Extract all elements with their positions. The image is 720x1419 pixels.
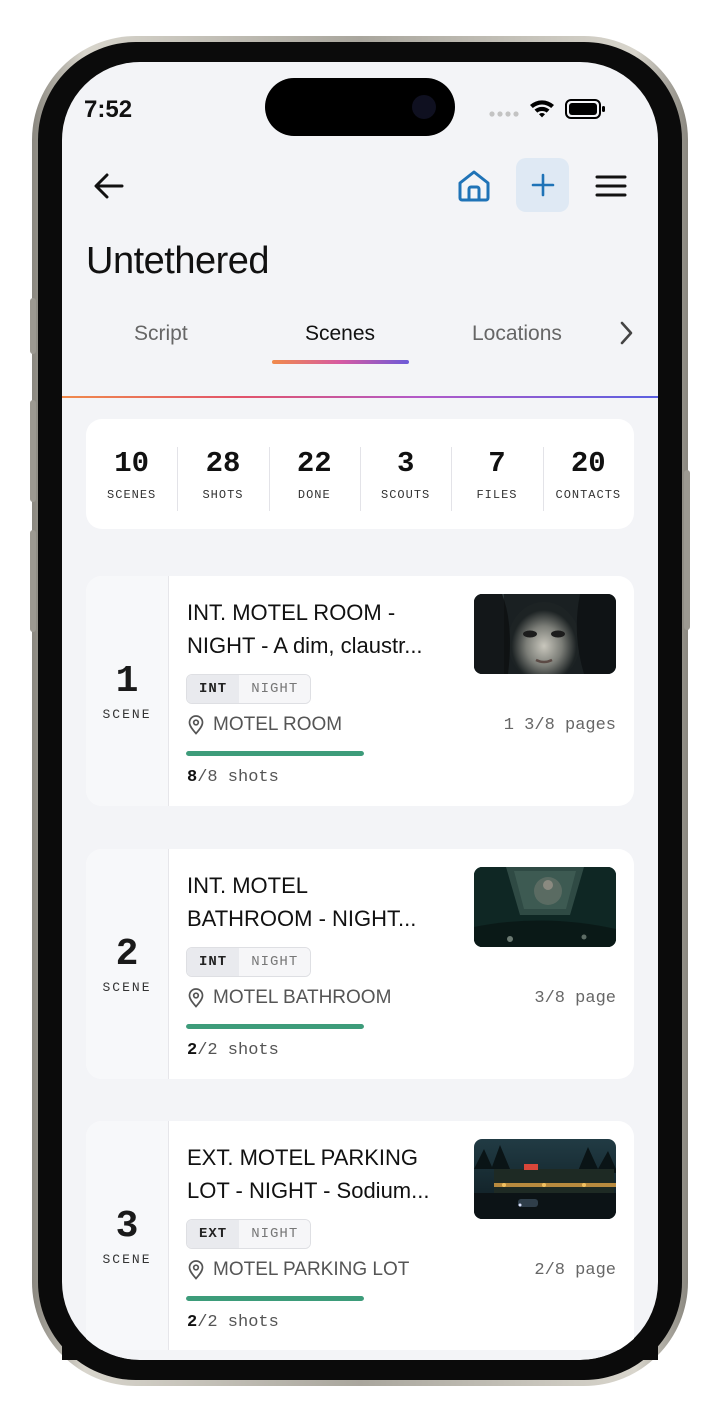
scene-tags: INT NIGHT	[186, 674, 312, 704]
stat-label: SCENES	[107, 487, 157, 502]
scene-heading: INT. MOTEL BATHROOM - NIGHT...	[187, 869, 462, 935]
cellular-signal-icon	[489, 111, 519, 117]
scene-number-column: 2 SCENE	[86, 849, 169, 1079]
status-icons	[489, 99, 605, 119]
shots-progress-fill	[186, 751, 364, 756]
stat-contacts[interactable]: 20 CONTACTS	[542, 446, 634, 511]
scene-label: SCENE	[102, 980, 152, 995]
scene-number-column: 1 SCENE	[86, 576, 169, 806]
status-time: 7:52	[84, 96, 133, 123]
scene-heading-line: INT. MOTEL	[187, 873, 309, 898]
scene-tags: INT NIGHT	[186, 947, 312, 977]
location-name: MOTEL ROOM	[213, 714, 343, 735]
int-ext-tag: EXT	[187, 1220, 240, 1248]
stat-value: 7	[488, 446, 506, 480]
scene-location[interactable]: MOTEL ROOM	[187, 714, 342, 736]
shots-total: /8 shots	[197, 768, 279, 787]
scene-heading-line: INT. MOTEL ROOM -	[187, 600, 396, 625]
stat-value: 3	[396, 446, 415, 480]
wifi-icon	[530, 100, 554, 118]
int-ext-tag: INT	[187, 948, 240, 976]
shots-done: 2	[187, 1041, 198, 1060]
scene-label: SCENE	[102, 1252, 152, 1267]
tab-locations[interactable]: Locations	[472, 322, 562, 346]
page-count: 1 3/8 pages	[503, 716, 616, 735]
screen-corner-mask	[62, 1290, 658, 1360]
scene-label: SCENE	[102, 707, 152, 722]
location-name: MOTEL BATHROOM	[213, 987, 392, 1008]
scene-number: 3	[115, 1205, 139, 1248]
scene-card[interactable]: 1 SCENE INT. MOTEL ROOM - NIGHT - A dim,…	[86, 576, 634, 806]
shots-done: 8	[187, 768, 198, 787]
action-button	[30, 298, 36, 354]
power-button	[684, 470, 690, 630]
shots-count: 8/8 shots	[187, 768, 279, 787]
stat-value: 22	[296, 446, 332, 480]
hamburger-menu-icon	[595, 175, 627, 197]
time-of-day-tag: NIGHT	[239, 948, 311, 976]
stat-scenes[interactable]: 10 SCENES	[86, 447, 177, 502]
stat-done[interactable]: 22 DONE	[268, 446, 360, 511]
map-pin-icon	[188, 715, 204, 735]
stat-value: 28	[205, 446, 241, 480]
stat-label: CONTACTS	[555, 487, 622, 502]
stat-scouts[interactable]: 3 SCOUTS	[359, 446, 451, 511]
scene-number: 1	[115, 660, 139, 703]
back-button[interactable]	[88, 164, 130, 208]
shots-count: 2/2 shots	[187, 1041, 279, 1060]
volume-up-button	[30, 400, 36, 502]
stat-label: FILES	[476, 487, 518, 502]
stat-label: SHOTS	[202, 487, 244, 502]
add-button[interactable]	[516, 158, 569, 212]
arrow-left-icon	[94, 173, 124, 199]
scene-thumbnail[interactable]	[474, 867, 616, 947]
scene-heading-line: BATHROOM - NIGHT...	[187, 906, 417, 931]
page-count: 3/8 page	[534, 989, 616, 1008]
scene-heading: EXT. MOTEL PARKING LOT - NIGHT - Sodium.…	[187, 1141, 462, 1207]
stat-shots[interactable]: 28 SHOTS	[177, 446, 268, 511]
shots-progress-fill	[186, 1024, 364, 1029]
scene-number: 2	[115, 933, 139, 976]
scene-location[interactable]: MOTEL BATHROOM	[187, 987, 391, 1009]
stats-summary: 10 SCENES 28 SHOTS 22 DONE 3 SCOUTS 7 FI…	[86, 419, 634, 529]
stat-label: DONE	[297, 487, 331, 502]
scene-heading-line: LOT - NIGHT - Sodium...	[187, 1178, 430, 1203]
time-of-day-tag: NIGHT	[239, 675, 311, 703]
tab-script[interactable]: Script	[134, 322, 188, 346]
home-button[interactable]	[452, 164, 496, 208]
int-ext-tag: INT	[187, 675, 240, 703]
volume-down-button	[30, 530, 36, 632]
battery-icon	[565, 99, 605, 119]
page-count: 2/8 page	[534, 1261, 616, 1280]
scene-heading-line: NIGHT - A dim, claustr...	[187, 633, 423, 658]
stat-value: 20	[570, 446, 606, 480]
stat-label: SCOUTS	[381, 487, 431, 502]
tabs-divider	[62, 396, 658, 398]
scene-heading-line: EXT. MOTEL PARKING	[187, 1145, 419, 1170]
menu-button[interactable]	[590, 164, 632, 208]
active-tab-indicator	[272, 360, 409, 364]
front-camera	[412, 95, 436, 119]
map-pin-icon	[188, 1260, 204, 1280]
stat-files[interactable]: 7 FILES	[451, 446, 542, 511]
plus-icon	[531, 173, 554, 197]
chevron-right-icon[interactable]	[612, 318, 640, 348]
scene-heading: INT. MOTEL ROOM - NIGHT - A dim, claustr…	[187, 596, 462, 662]
scene-location[interactable]: MOTEL PARKING LOT	[187, 1259, 409, 1281]
location-name: MOTEL PARKING LOT	[213, 1259, 410, 1280]
shots-total: /2 shots	[197, 1041, 279, 1060]
page-title: Untethered	[86, 240, 270, 282]
shots-progress-bar	[186, 751, 364, 756]
scene-tags: EXT NIGHT	[186, 1219, 312, 1249]
tab-scenes[interactable]: Scenes	[305, 322, 375, 346]
stat-value: 10	[114, 446, 150, 480]
scene-thumbnail[interactable]	[474, 1139, 616, 1219]
scene-thumbnail[interactable]	[474, 594, 616, 674]
shots-progress-bar	[186, 1024, 364, 1029]
scene-card[interactable]: 2 SCENE INT. MOTEL BATHROOM - NIGHT... I…	[86, 849, 634, 1079]
map-pin-icon	[188, 988, 204, 1008]
home-icon	[458, 170, 490, 202]
time-of-day-tag: NIGHT	[239, 1220, 311, 1248]
